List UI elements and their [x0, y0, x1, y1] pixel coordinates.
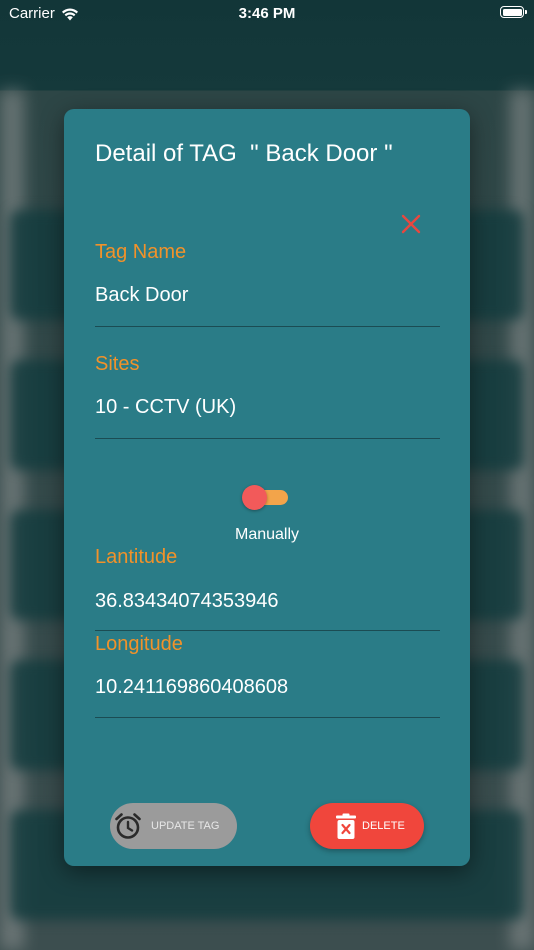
status-time: 3:46 PM	[238, 5, 296, 22]
alarm-clock-icon	[115, 813, 141, 839]
manual-location-toggle[interactable]	[242, 485, 288, 510]
battery-icon	[500, 6, 527, 18]
tag-name-underline	[95, 326, 440, 327]
tag-name-label: Tag Name	[95, 241, 187, 263]
sites-underline	[95, 438, 440, 439]
longitude-label: Longitude	[95, 633, 183, 655]
latitude-field[interactable]: Lantitude 36.83434074353946	[95, 544, 440, 632]
longitude-value[interactable]: 10.241169860408608	[95, 676, 288, 699]
sites-field[interactable]: Sites 10 - CCTV (UK)	[95, 351, 440, 441]
tag-detail-dialog: Detail of TAG " Back Door " Tag Name Bac…	[64, 109, 470, 866]
dialog-title: Detail of TAG " Back Door "	[95, 140, 393, 167]
sites-label: Sites	[95, 353, 140, 375]
status-bar: Carrier 3:46 PM	[0, 0, 534, 28]
sites-value[interactable]: 10 - CCTV (UK)	[95, 396, 236, 419]
longitude-underline	[95, 717, 440, 718]
close-icon[interactable]	[400, 213, 422, 235]
update-tag-label: UPDATE TAG	[151, 820, 220, 832]
toggle-thumb	[242, 485, 267, 510]
tag-name-value[interactable]: Back Door	[95, 284, 188, 307]
toggle-caption: Manually	[234, 526, 300, 543]
latitude-label: Lantitude	[95, 546, 178, 568]
delete-label: DELETE	[362, 820, 405, 832]
update-tag-button[interactable]: UPDATE TAG	[110, 803, 237, 849]
tag-name-field[interactable]: Tag Name Back Door	[95, 239, 440, 329]
longitude-field[interactable]: Longitude 10.241169860408608	[95, 631, 440, 719]
delete-button[interactable]: DELETE	[310, 803, 424, 849]
latitude-value[interactable]: 36.83434074353946	[95, 590, 279, 613]
trash-icon	[336, 813, 356, 839]
